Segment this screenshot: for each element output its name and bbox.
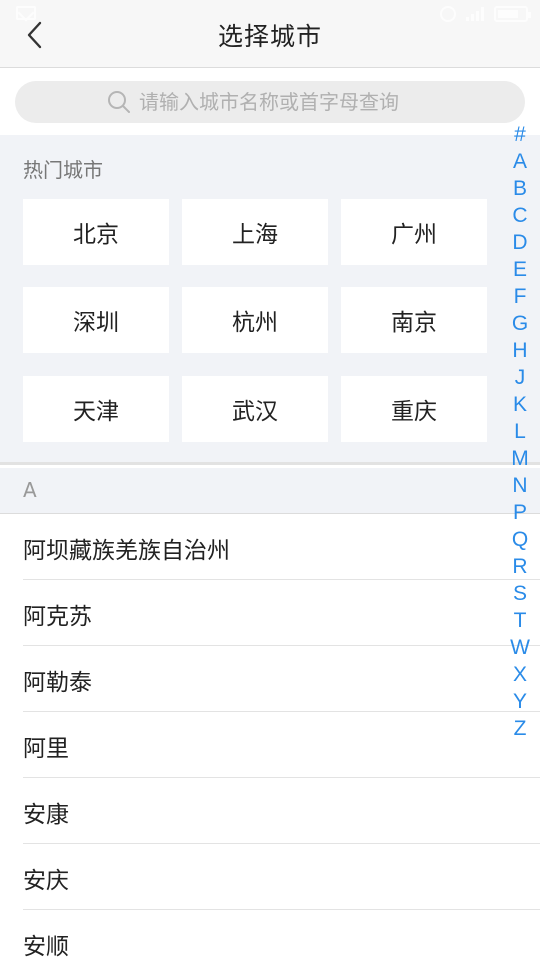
hot-city-button[interactable]: 深圳 — [23, 287, 169, 353]
index-letter-k[interactable]: K — [513, 391, 527, 418]
hot-city-button[interactable]: 上海 — [182, 199, 328, 265]
hot-city-button[interactable]: 广州 — [341, 199, 487, 265]
alarm-icon — [440, 6, 456, 22]
index-letter-t[interactable]: T — [514, 607, 527, 634]
index-letter-y[interactable]: Y — [513, 688, 527, 715]
index-letter-w[interactable]: W — [510, 634, 530, 661]
search-icon — [108, 91, 130, 113]
signal-icon — [466, 7, 484, 21]
list-item[interactable]: 安庆 — [23, 844, 540, 910]
city-name: 安康 — [23, 802, 69, 828]
hot-city-button[interactable]: 北京 — [23, 199, 169, 265]
index-letter-d[interactable]: D — [512, 229, 527, 256]
index-letter-hash[interactable]: # — [514, 121, 526, 148]
alphabet-index[interactable]: # A B C D E F G H J K L M N P Q R S T W … — [500, 121, 540, 742]
hot-city-button[interactable]: 南京 — [341, 287, 487, 353]
section-header-a: A — [0, 468, 540, 514]
list-item[interactable]: 安顺 — [23, 910, 540, 960]
index-letter-s[interactable]: S — [513, 580, 527, 607]
index-letter-m[interactable]: M — [511, 445, 529, 472]
city-name: 安顺 — [23, 934, 69, 960]
index-letter-j[interactable]: J — [515, 364, 526, 391]
search-input[interactable] — [139, 90, 499, 114]
index-letter-b[interactable]: B — [513, 175, 527, 202]
search-box[interactable] — [15, 81, 525, 123]
index-letter-p[interactable]: P — [513, 499, 527, 526]
city-picker-screen: 选择城市 热门城市 北京 上海 广州 深圳 杭州 — [0, 0, 540, 960]
status-bar — [0, 0, 540, 30]
index-letter-h[interactable]: H — [512, 337, 527, 364]
city-name: 阿里 — [23, 736, 69, 762]
list-item[interactable]: 安康 — [23, 778, 540, 844]
index-letter-l[interactable]: L — [514, 418, 526, 445]
index-letter-z[interactable]: Z — [514, 715, 527, 742]
index-letter-f[interactable]: F — [514, 283, 527, 310]
mail-icon — [16, 6, 36, 20]
hot-cities-section: 热门城市 北京 上海 广州 深圳 杭州 南京 天津 武汉 重庆 — [0, 135, 540, 465]
section-letter: A — [23, 478, 37, 502]
index-letter-r[interactable]: R — [512, 553, 527, 580]
city-name: 安庆 — [23, 868, 69, 894]
index-letter-q[interactable]: Q — [512, 526, 528, 553]
search-bar — [0, 69, 540, 135]
index-letter-e[interactable]: E — [513, 256, 527, 283]
list-item[interactable]: 阿里 — [23, 712, 540, 778]
index-letter-c[interactable]: C — [512, 202, 527, 229]
list-item[interactable]: 阿勒泰 — [23, 646, 540, 712]
index-letter-n[interactable]: N — [512, 472, 527, 499]
index-letter-a[interactable]: A — [513, 148, 527, 175]
hot-city-button[interactable]: 武汉 — [182, 376, 328, 442]
battery-icon — [494, 6, 531, 22]
hot-city-button[interactable]: 杭州 — [182, 287, 328, 353]
index-letter-x[interactable]: X — [513, 661, 527, 688]
list-item[interactable]: 阿坝藏族羌族自治州 — [23, 514, 540, 580]
hot-city-button[interactable]: 重庆 — [341, 376, 487, 442]
city-name: 阿坝藏族羌族自治州 — [23, 538, 230, 564]
city-name: 阿克苏 — [23, 604, 92, 630]
city-name: 阿勒泰 — [23, 670, 92, 696]
hot-cities-title: 热门城市 — [23, 158, 103, 182]
index-letter-g[interactable]: G — [512, 310, 528, 337]
list-item[interactable]: 阿克苏 — [23, 580, 540, 646]
hot-city-button[interactable]: 天津 — [23, 376, 169, 442]
city-list: 阿坝藏族羌族自治州 阿克苏 阿勒泰 阿里 安康 安庆 安顺 — [0, 514, 540, 960]
